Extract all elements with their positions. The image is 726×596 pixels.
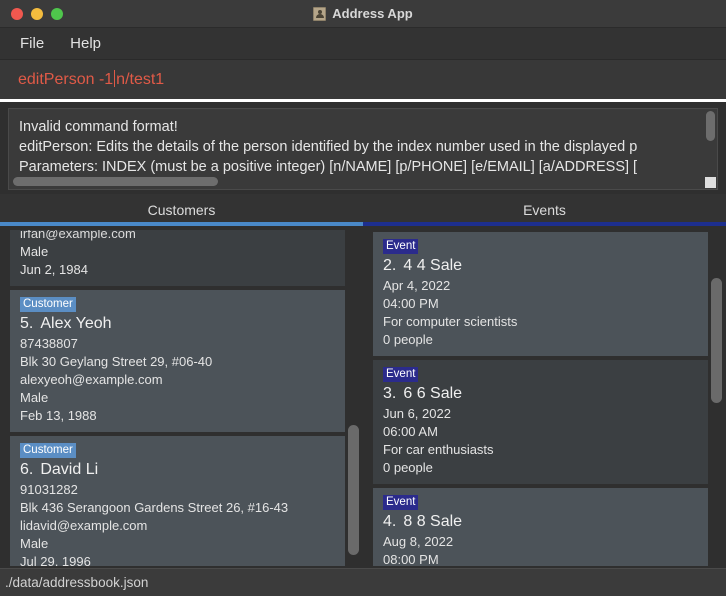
event-attendees: 0 people [383, 332, 433, 347]
event-description: For car enthusiasts [383, 442, 494, 457]
customer-address: Blk 436 Serangoon Gardens Street 26, #16… [20, 500, 289, 515]
event-tag: Event [383, 495, 419, 510]
customer-list: Customer irfan@example.com Male Jun 2, 1… [10, 230, 345, 566]
event-name-row: 2. 4 4 Sale [383, 255, 698, 277]
event-name-row: 4. 8 8 Sale [383, 511, 698, 533]
tab-events[interactable]: Events [363, 194, 726, 226]
tab-customers-label: Customers [147, 202, 216, 218]
customer-gender: Male [20, 390, 49, 405]
result-line-3: Parameters: INDEX (must be a positive in… [19, 159, 638, 175]
customer-name-row: 6. David Li [20, 459, 335, 481]
event-tag: Event [383, 367, 419, 382]
result-line-2: editPerson: Edits the details of the per… [19, 139, 638, 155]
event-index: 3. [383, 385, 397, 402]
list-item[interactable]: Event 2. 4 4 Sale Apr 4, 2022 04:00 PM Fo… [373, 232, 708, 356]
title-bar: Address App [0, 0, 726, 28]
title-bar-center: Address App [0, 6, 726, 21]
result-display-wrapper: Invalid command format! editPerson: Edit… [0, 102, 726, 194]
command-input-box[interactable]: editPerson -1 n/test1 [0, 60, 726, 102]
content-panels: Customer irfan@example.com Male Jun 2, 1… [0, 226, 726, 568]
customer-birthday: Feb 13, 1988 [20, 408, 97, 423]
window-controls [11, 7, 63, 20]
event-time: 08:00 PM [383, 552, 439, 566]
event-name-row: 3. 6 6 Sale [383, 383, 698, 405]
customer-name: David Li [40, 461, 99, 478]
status-bar: ./data/addressbook.json [0, 568, 726, 596]
customer-name: Alex Yeoh [40, 315, 112, 332]
result-horizontal-scrollbar[interactable] [13, 177, 703, 186]
result-display-box: Invalid command format! editPerson: Edit… [8, 108, 718, 190]
customer-phone: 87438807 [20, 336, 78, 351]
result-display-text: Invalid command format! editPerson: Edit… [9, 109, 717, 177]
result-horizontal-scrollbar-thumb[interactable] [13, 177, 218, 186]
customer-index: 6. [20, 461, 34, 478]
customer-email: lidavid@example.com [20, 518, 148, 533]
minimize-button[interactable] [31, 7, 43, 20]
customer-birthday: Jul 29, 1996 [20, 554, 91, 566]
customer-tag: Customer [20, 443, 76, 458]
event-tag: Event [383, 239, 419, 254]
event-list-scrollbar-thumb[interactable] [711, 278, 722, 403]
event-list-scrollbar[interactable] [711, 230, 722, 566]
customer-index: 5. [20, 315, 34, 332]
status-bar-file-path: ./data/addressbook.json [5, 575, 149, 590]
tab-customers[interactable]: Customers [0, 194, 363, 226]
tab-bar: Customers Events [0, 194, 726, 226]
event-date: Jun 6, 2022 [383, 406, 451, 421]
event-list: Event 2. 4 4 Sale Apr 4, 2022 04:00 PM Fo… [373, 232, 708, 566]
customer-list-scrollbar[interactable] [348, 230, 359, 566]
customer-birthday: Jun 2, 1984 [20, 262, 88, 277]
result-vertical-scrollbar-thumb[interactable] [706, 111, 715, 141]
list-item[interactable]: Customer irfan@example.com Male Jun 2, 1… [10, 230, 345, 286]
event-index: 4. [383, 513, 397, 530]
tab-customers-underline [0, 222, 363, 226]
event-date: Apr 4, 2022 [383, 278, 451, 293]
customer-email: alexyeoh@example.com [20, 372, 163, 387]
maximize-button[interactable] [51, 7, 63, 20]
contact-card-icon [313, 6, 327, 21]
customer-gender: Male [20, 244, 49, 259]
event-index: 2. [383, 257, 397, 274]
window-title: Address App [332, 6, 413, 21]
scrollbar-corner [705, 177, 716, 188]
application-window: Address App File Help editPerson -1 n/tes… [0, 0, 726, 596]
customer-email: irfan@example.com [20, 230, 136, 241]
list-item[interactable]: Customer 6. David Li 91031282 Blk 436 Ser… [10, 436, 345, 566]
event-name: 4 4 Sale [403, 257, 463, 274]
event-name: 8 8 Sale [403, 513, 463, 530]
close-button[interactable] [11, 7, 23, 20]
result-vertical-scrollbar[interactable] [706, 111, 715, 175]
customer-tag: Customer [20, 297, 76, 312]
customer-name-row: 5. Alex Yeoh [20, 313, 335, 335]
menu-item-file[interactable]: File [10, 32, 54, 55]
command-input-text[interactable]: editPerson -1 n/test1 [18, 70, 164, 89]
event-list-panel: Event 2. 4 4 Sale Apr 4, 2022 04:00 PM Fo… [365, 230, 724, 566]
result-line-1: Invalid command format! [19, 119, 178, 135]
command-text-after-caret: n/test1 [116, 71, 165, 88]
event-description: For computer scientists [383, 314, 518, 329]
list-item[interactable]: Customer 5. Alex Yeoh 87438807 Blk 30 Gey… [10, 290, 345, 432]
menu-bar: File Help [0, 28, 726, 60]
event-name: 6 6 Sale [403, 385, 463, 402]
tab-events-label: Events [523, 202, 566, 218]
customer-gender: Male [20, 536, 49, 551]
event-time: 06:00 AM [383, 424, 438, 439]
list-item[interactable]: Event 4.8 8 Sale Aug 8, 2022 08:00 PM Fo… [373, 488, 708, 566]
list-item[interactable]: Event 3. 6 6 Sale Jun 6, 2022 06:00 AM Fo… [373, 360, 708, 484]
tab-events-underline [363, 222, 726, 226]
customer-list-scrollbar-thumb[interactable] [348, 425, 359, 555]
event-time: 04:00 PM [383, 296, 439, 311]
command-text-before-caret: editPerson -1 [18, 71, 114, 88]
customer-phone: 91031282 [20, 482, 78, 497]
customer-list-panel: Customer irfan@example.com Male Jun 2, 1… [2, 230, 361, 566]
event-attendees: 0 people [383, 460, 433, 475]
customer-address: Blk 30 Geylang Street 29, #06-40 [20, 354, 213, 369]
event-date: Aug 8, 2022 [383, 534, 454, 549]
menu-item-help[interactable]: Help [60, 32, 111, 55]
